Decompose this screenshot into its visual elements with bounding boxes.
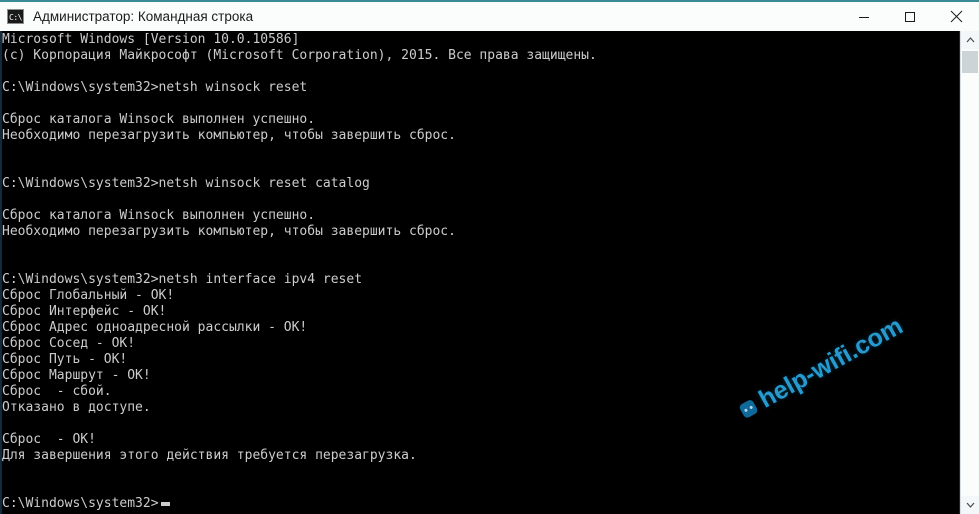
scrollbar-up-button[interactable] [961, 31, 979, 49]
title-bar-left: C:\ Администратор: Командная строка [0, 9, 841, 24]
scrollbar-thumb[interactable] [962, 51, 978, 73]
scrollbar-down-button[interactable] [961, 496, 979, 514]
command-prompt-window: C:\ Администратор: Командная строка Micr… [0, 0, 979, 514]
command-prompt-icon[interactable]: C:\ [7, 9, 24, 24]
maximize-button[interactable] [887, 2, 933, 31]
title-bar[interactable]: C:\ Администратор: Командная строка [0, 0, 979, 31]
console-scrollbar[interactable] [960, 31, 979, 514]
console-cursor [161, 502, 170, 506]
console-output-area[interactable]: Microsoft Windows [Version 10.0.10586] (… [0, 31, 979, 514]
scrollbar-track[interactable] [961, 49, 979, 496]
command-prompt-icon-label: C:\ [9, 12, 22, 22]
console-text: Microsoft Windows [Version 10.0.10586] (… [2, 32, 597, 511]
minimize-button[interactable] [841, 2, 887, 31]
close-icon [950, 10, 962, 23]
chevron-down-icon [966, 502, 974, 508]
maximize-icon [905, 11, 915, 22]
minimize-icon [859, 16, 869, 18]
chevron-up-icon [966, 37, 974, 43]
window-title: Администратор: Командная строка [33, 9, 254, 24]
window-controls [841, 2, 979, 31]
close-button[interactable] [933, 2, 979, 31]
